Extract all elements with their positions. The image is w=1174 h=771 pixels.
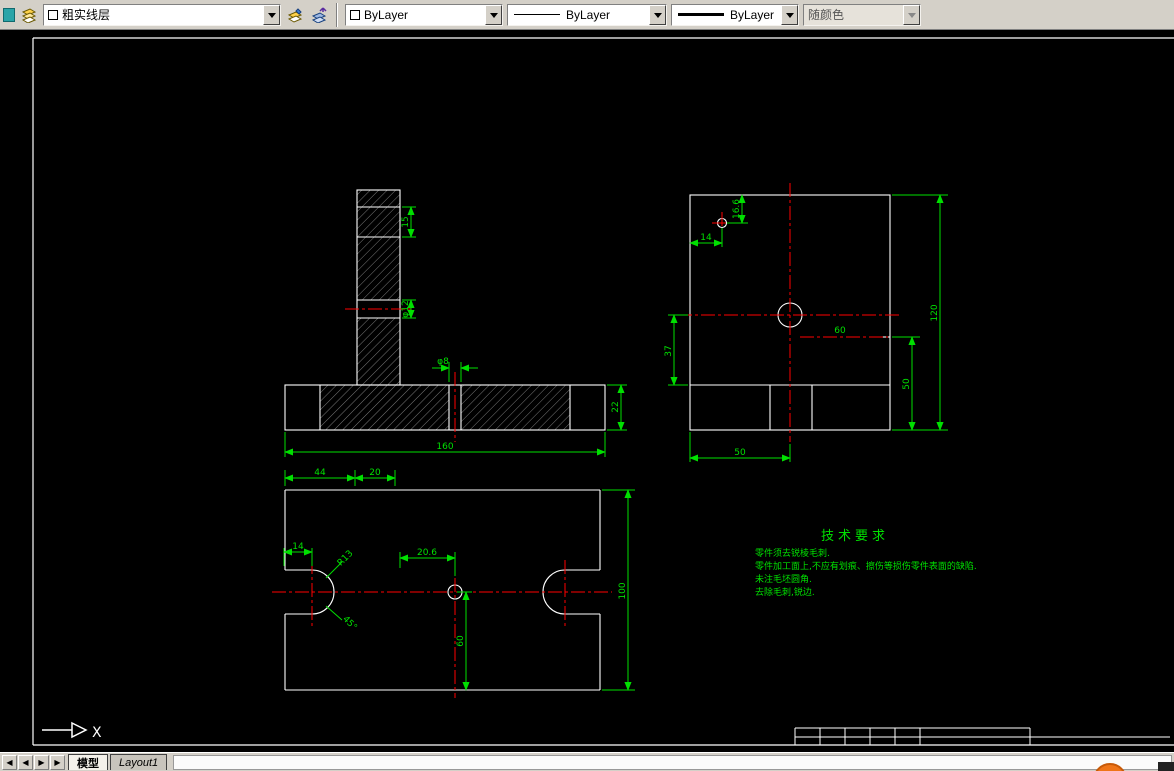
lineweight-sample-icon (678, 13, 724, 16)
tab-nav-last-button[interactable]: ▶ (50, 754, 65, 770)
tech-requirements-title: 技术要求 (821, 529, 889, 544)
dim-label: 45° (340, 614, 358, 632)
side-view: 16.6 14 37 120 50 60 50 (664, 183, 948, 462)
tab-nav-next-button[interactable]: ▶ (34, 754, 49, 770)
dim-label: φ8 (437, 357, 449, 367)
ucs-icon: X (42, 721, 102, 741)
tech-requirements-line: 去除毛刺,锐边. (755, 586, 815, 598)
tab-nav-first-button[interactable]: ◀ (2, 754, 17, 770)
dim-label: 15 (401, 216, 411, 227)
dim-label: 22 (611, 401, 621, 412)
dim-label: 100 (618, 582, 628, 599)
color-dropdown-value: ByLayer (364, 7, 409, 22)
dim-label: 37 (664, 345, 674, 356)
title-block (794, 727, 1170, 745)
tech-requirements-line: 未注毛坯圆角. (755, 573, 812, 585)
dim-label: 20 (369, 468, 381, 478)
corner-widget (1158, 762, 1174, 771)
chevron-down-icon (653, 12, 662, 22)
make-object-layer-current-icon[interactable] (285, 5, 305, 25)
horizontal-scrollbar-track[interactable] (173, 754, 1172, 770)
plotstyle-dropdown-arrow (903, 4, 920, 25)
layers-stack-icon (21, 7, 37, 23)
app-grip-icon[interactable] (3, 7, 15, 22)
dim-label: 14 (700, 233, 712, 243)
tech-requirements: 技术要求 零件须去锐棱毛刺. 零件加工面上,不应有划痕、擦伤等损伤零件表面的缺陷… (755, 529, 977, 598)
dim-label: 50 (734, 448, 746, 458)
dim-label: 44 (314, 468, 326, 478)
dim-label: 50 (902, 378, 912, 390)
top-view: 44 20 14 R13 20.6 45° 60 100 (272, 468, 635, 698)
layer-dropdown-arrow[interactable] (263, 4, 280, 25)
color-dropdown[interactable]: ByLayer (345, 3, 503, 26)
ucs-x-label: X (92, 725, 102, 741)
linetype-dropdown-value: ByLayer (566, 7, 611, 22)
tab-model[interactable]: 模型 (68, 754, 108, 770)
dim-label: 60 (834, 326, 846, 336)
linetype-dropdown[interactable]: ByLayer (507, 3, 667, 26)
lineweight-dropdown-value: ByLayer (730, 7, 775, 22)
plotstyle-dropdown: 随颜色 (803, 3, 921, 26)
chevron-down-icon (267, 12, 276, 22)
dim-label: 14 (292, 542, 304, 552)
current-color-swatch (350, 9, 360, 20)
linetype-dropdown-arrow[interactable] (649, 4, 666, 25)
tab-model-label: 模型 (77, 758, 99, 770)
dim-label: 20.6 (417, 548, 437, 558)
front-view: 15 φ12 φ8 22 160 (284, 189, 627, 457)
plotstyle-dropdown-value: 随颜色 (808, 8, 845, 22)
layout-tab-bar: ◀ ◀ ▶ ▶ 模型 Layout1 (0, 752, 1174, 771)
layer-previous-arrow-icon (311, 6, 327, 23)
dim-label: φ12 (401, 300, 411, 317)
dim-label: 120 (930, 304, 940, 321)
dim-label: 60 (456, 635, 466, 647)
chevron-down-icon (785, 12, 794, 22)
layer-previous-icon[interactable] (309, 5, 329, 25)
lineweight-dropdown-arrow[interactable] (781, 4, 798, 25)
toolbar-separator (336, 2, 338, 27)
color-dropdown-arrow[interactable] (485, 4, 502, 25)
layer-color-swatch (48, 9, 58, 20)
tech-requirements-line: 零件须去锐棱毛刺. (755, 547, 830, 559)
tab-layout1[interactable]: Layout1 (110, 754, 168, 770)
drawing-frame (32, 37, 1174, 746)
layer-dropdown-value: 粗实线层 (62, 8, 111, 22)
make-current-icon (287, 7, 303, 23)
lineweight-dropdown[interactable]: ByLayer (671, 3, 799, 26)
chevron-down-icon (489, 12, 498, 22)
tab-nav-prev-button[interactable]: ◀ (18, 754, 33, 770)
tech-requirements-line: 零件加工面上,不应有划痕、擦伤等损伤零件表面的缺陷. (755, 560, 977, 572)
dim-label: 160 (436, 442, 453, 452)
linetype-sample-icon (514, 14, 560, 15)
dim-label: R13 (336, 549, 356, 569)
drawing-canvas[interactable]: 15 φ12 φ8 22 160 16.6 14 37 120 50 60 50… (0, 0, 1174, 771)
object-properties-toolbar: 粗实线层 ByLayer ByLayer ByLayer 随颜色 (0, 0, 1174, 30)
layer-properties-manager-icon[interactable] (19, 5, 39, 25)
dim-label: 16.6 (732, 199, 742, 219)
chevron-down-icon (907, 12, 916, 22)
tab-layout1-label: Layout1 (119, 757, 159, 769)
layer-dropdown[interactable]: 粗实线层 (43, 3, 281, 26)
